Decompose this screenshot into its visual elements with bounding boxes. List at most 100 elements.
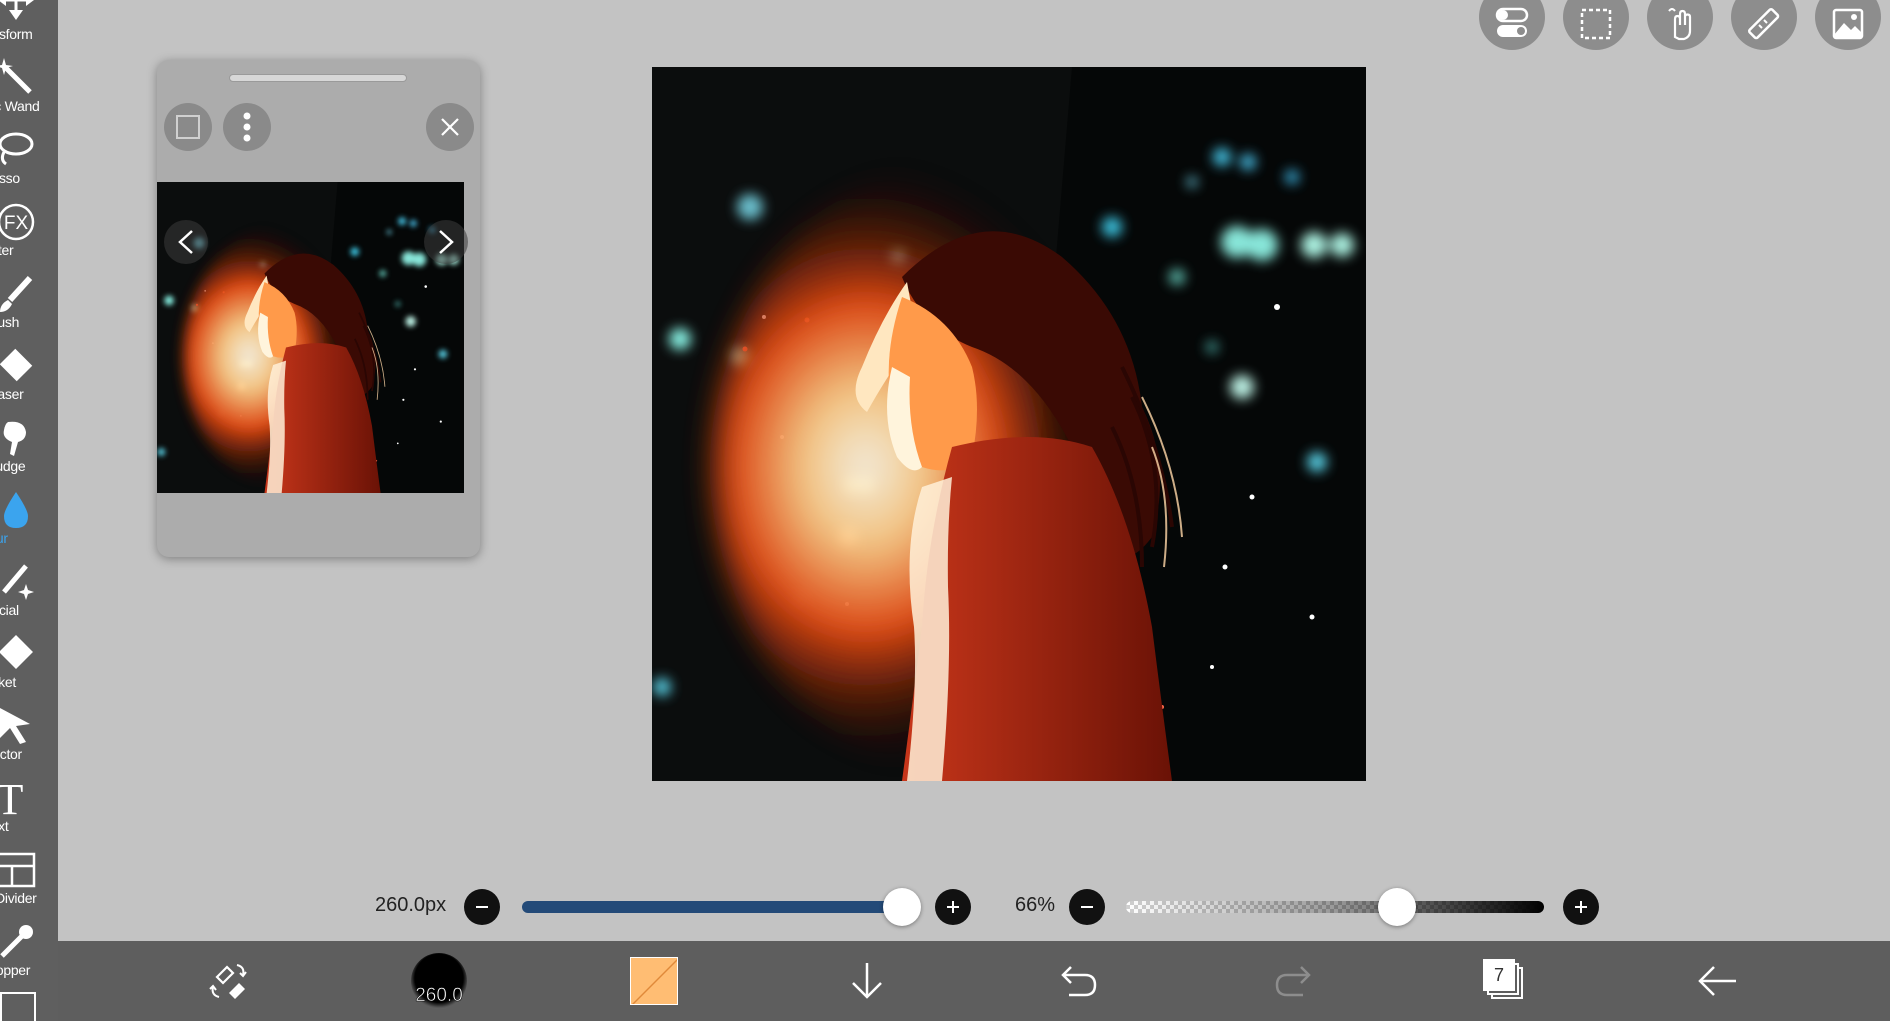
frame-icon-partial <box>0 992 36 1021</box>
reference-square-button[interactable] <box>164 103 212 151</box>
tool-special-brush[interactable]: pecial <box>0 546 58 618</box>
tool-label: Filter <box>0 242 14 258</box>
transform-icon <box>0 0 36 26</box>
bottom-toolbar: 260.0 7 <box>58 941 1890 1021</box>
vector-arrow-icon <box>0 706 36 746</box>
reference-prev-button[interactable] <box>164 220 208 264</box>
hand-gesture-icon <box>1668 8 1692 41</box>
eraser-icon <box>0 346 36 386</box>
plus-icon <box>947 901 959 913</box>
hand-gesture-button[interactable] <box>1647 0 1713 50</box>
reference-image-button[interactable] <box>1815 0 1881 50</box>
reference-close-button[interactable] <box>426 103 474 151</box>
tool-lasso[interactable]: Lasso <box>0 114 58 186</box>
layer-count: 7 <box>1493 964 1504 985</box>
brush-size-label: 260.0 <box>415 985 463 1007</box>
reference-menu-button[interactable] <box>223 103 271 151</box>
brush-preview-circle: 260.0 <box>411 953 467 1009</box>
layers-icon: 7 <box>1483 959 1527 1003</box>
ruler-button[interactable] <box>1731 0 1797 50</box>
undo-icon <box>1061 966 1097 997</box>
tool-label: mudge <box>0 458 26 474</box>
special-brush-icon <box>0 562 36 602</box>
magic-wand-icon <box>0 58 36 98</box>
artwork-illustration <box>652 67 1366 781</box>
opacity-decrease-button[interactable] <box>1069 889 1105 925</box>
reference-window-drag-handle[interactable] <box>229 74 407 82</box>
size-decrease-button[interactable] <box>464 889 500 925</box>
size-slider-knob[interactable] <box>883 888 921 926</box>
prev-arrow-icon <box>178 230 193 254</box>
tool-frame-divider[interactable]: e Divider <box>0 834 58 906</box>
undo-button[interactable] <box>1039 941 1119 1021</box>
tool-label: Brush <box>0 314 20 330</box>
color-swatch <box>630 957 678 1005</box>
tool-label: Text <box>0 818 9 834</box>
tool-eraser[interactable]: Eraser <box>0 330 58 402</box>
tool-brush[interactable]: Brush <box>0 258 58 330</box>
selection-button[interactable] <box>1563 0 1629 50</box>
next-arrow-icon <box>439 230 454 254</box>
tool-label: Lasso <box>0 170 20 186</box>
opacity-slider-knob[interactable] <box>1378 888 1416 926</box>
opacity-slider-track[interactable] <box>1126 901 1544 913</box>
download-button[interactable] <box>827 941 907 1021</box>
minus-icon <box>476 906 488 908</box>
minus-icon <box>1081 906 1093 908</box>
tool-bucket[interactable]: ucket <box>0 618 58 690</box>
tool-label: ucket <box>0 674 16 690</box>
brush-size-value: 260.0px <box>375 894 447 916</box>
svg-text:T: T <box>0 778 24 818</box>
tool-fx-filter[interactable]: FX Filter <box>0 186 58 258</box>
reference-next-button[interactable] <box>424 220 468 264</box>
tool-smudge[interactable]: mudge <box>0 402 58 474</box>
lasso-icon <box>0 130 36 170</box>
tool-label: Blur <box>0 530 8 546</box>
tool-text[interactable]: TText <box>0 762 58 834</box>
fx-filter-icon: FX <box>0 202 36 242</box>
tool-label: gic Wand <box>0 98 40 114</box>
tool-label: pecial <box>0 602 19 618</box>
tool-label: e Divider <box>0 890 37 906</box>
back-arrow-icon <box>1698 966 1736 996</box>
selection-icon <box>1580 8 1612 40</box>
back-button[interactable] <box>1678 941 1758 1021</box>
tool-eyedropper[interactable]: dropper <box>0 906 58 978</box>
tool-label: Vector <box>0 746 22 762</box>
tool-label: ansform <box>0 26 33 42</box>
tool-magic-wand[interactable]: gic Wand <box>0 42 58 114</box>
download-arrow-icon <box>852 963 882 999</box>
ruler-icon <box>1748 8 1780 40</box>
square-icon <box>176 115 200 139</box>
reference-window[interactable] <box>157 60 480 557</box>
opacity-value: 66% <box>1015 894 1056 916</box>
size-increase-button[interactable] <box>935 889 971 925</box>
tool-swap-button[interactable] <box>189 941 269 1021</box>
toggle-settings-icon <box>1495 7 1529 37</box>
bucket-icon <box>0 634 36 674</box>
reference-image-icon <box>1832 8 1864 40</box>
left-toolbar: ansform gic Wand Lasso FX Filter Brush Eraser m… <box>0 0 58 1021</box>
layers-button[interactable]: 7 <box>1465 941 1545 1021</box>
text-icon: T <box>0 775 36 824</box>
redo-icon <box>1275 966 1311 997</box>
brush-size-preview[interactable]: 260.0 <box>399 941 479 1021</box>
drawing-canvas[interactable] <box>652 67 1366 781</box>
close-icon <box>441 118 459 136</box>
toggle-settings-button[interactable] <box>1479 0 1545 50</box>
brush-icon <box>0 274 36 314</box>
redo-button[interactable] <box>1253 941 1333 1021</box>
tool-blur-drop[interactable]: Blur <box>0 474 58 546</box>
plus-icon <box>1575 901 1587 913</box>
color-swatch-button[interactable] <box>614 941 694 1021</box>
tool-transform[interactable]: ansform <box>0 0 58 42</box>
smudge-icon <box>0 418 36 458</box>
tool-vector-arrow[interactable]: Vector <box>0 690 58 762</box>
blur-drop-icon <box>0 490 36 530</box>
opacity-increase-button[interactable] <box>1563 889 1599 925</box>
frame-divider-icon <box>0 850 36 890</box>
more-vert-icon <box>243 112 251 142</box>
size-slider-track[interactable] <box>522 901 902 913</box>
tool-swap-icon <box>209 964 247 999</box>
svg-text:FX: FX <box>4 213 29 234</box>
